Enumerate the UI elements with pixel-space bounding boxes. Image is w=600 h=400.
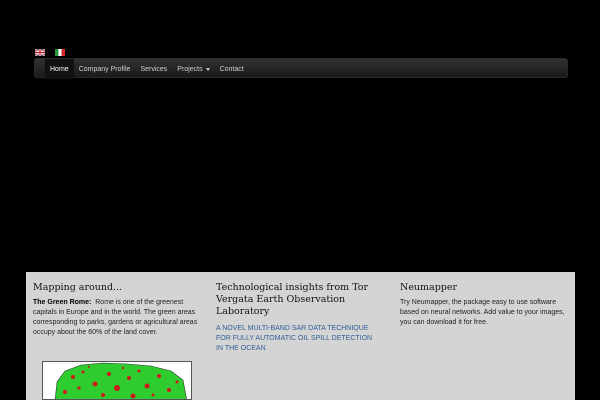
content-panel: Mapping around... The Green Rome: Rome i…	[26, 272, 575, 400]
nav-item-label: Projects	[177, 65, 203, 73]
neumapper-text: Try Neumapper, the package easy to use s…	[400, 299, 565, 326]
caret-down-icon	[205, 68, 210, 71]
insights-title: Technological insights from Tor Vergata …	[216, 282, 369, 317]
nav-item-label: Contact	[219, 65, 244, 73]
nav-item-home[interactable]: Home	[45, 59, 74, 79]
mapping-text: The Green Rome: Rome is one of the green…	[33, 298, 201, 338]
oil-spill-article-link[interactable]: A NOVEL MULTI-BAND SAR DATA TECHNIQUE FO…	[216, 324, 381, 354]
main-navbar: Home Company Profile Services Projects C…	[34, 58, 568, 79]
nav-item-company-profile[interactable]: Company Profile	[74, 59, 136, 79]
nav-item-services[interactable]: Services	[135, 59, 172, 79]
green-rome-map-image[interactable]	[42, 361, 192, 400]
page: Home Company Profile Services Projects C…	[0, 0, 600, 400]
mapping-lead: The Green Rome:	[33, 299, 92, 306]
nav-items: Home Company Profile Services Projects C…	[45, 59, 249, 79]
uk-flag-icon[interactable]	[35, 49, 45, 56]
nav-item-contact[interactable]: Contact	[215, 59, 249, 79]
nav-item-label: Company Profile	[78, 65, 131, 73]
language-switcher	[35, 49, 65, 56]
insights-column: Technological insights from Tor Vergata …	[216, 282, 381, 354]
rome-map-graphic	[43, 362, 191, 399]
italy-flag-icon[interactable]	[55, 49, 65, 56]
neumapper-column: Neumapper Try Neumapper, the package eas…	[400, 282, 568, 328]
neumapper-title: Neumapper	[400, 282, 458, 293]
mapping-column: Mapping around... The Green Rome: Rome i…	[33, 282, 201, 338]
nav-item-label: Services	[140, 65, 168, 73]
nav-item-projects[interactable]: Projects	[172, 59, 214, 79]
nav-item-label: Home	[50, 65, 69, 73]
mapping-title: Mapping around...	[33, 282, 123, 293]
